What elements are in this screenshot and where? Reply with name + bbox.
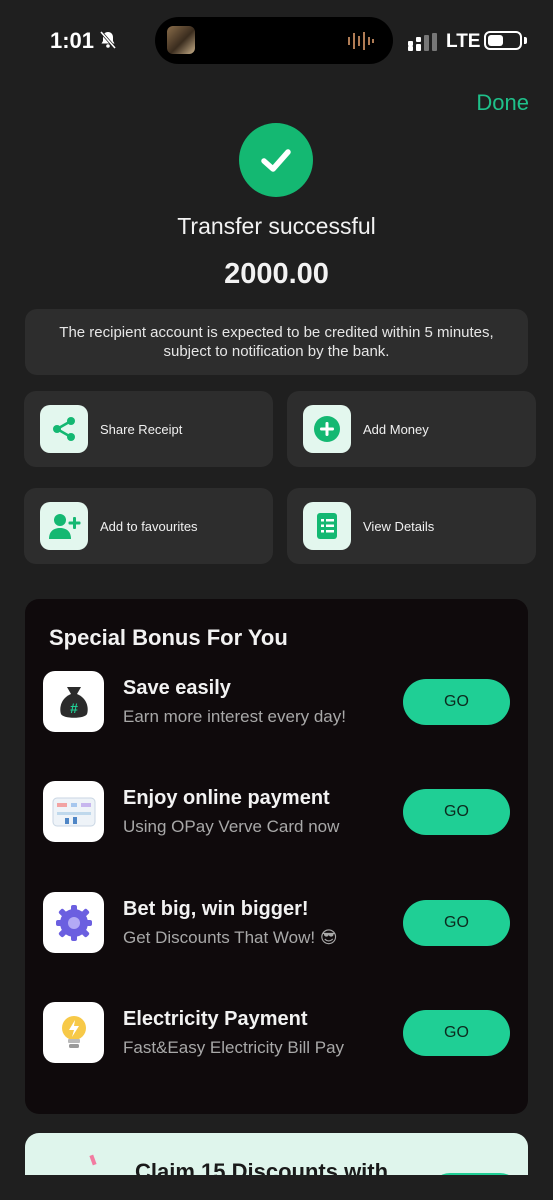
money-bag-icon: # [43, 671, 104, 732]
credit-notice: The recipient account is expected to be … [25, 309, 528, 375]
status-bar: 1:01 LTE [0, 0, 553, 84]
battery-tip [524, 37, 527, 44]
share-receipt-button[interactable]: Share Receipt [24, 391, 273, 467]
bell-off-icon [99, 31, 117, 49]
add-to-favourites-label: Add to favourites [100, 518, 198, 534]
success-check-icon [239, 123, 313, 197]
bonus-name: Bet big, win bigger! [123, 898, 309, 920]
card-icon [43, 781, 104, 842]
bonus-item-electricity: Electricity Payment Fast&Easy Electricit… [25, 1002, 528, 1064]
special-bonus-panel: Special Bonus For You # Save easily Earn… [25, 599, 528, 1114]
share-icon [40, 405, 88, 453]
bonus-item-online-payment: Enjoy online payment Using OPay Verve Ca… [25, 781, 528, 843]
audio-waveform-icon [348, 32, 374, 50]
view-details-label: View Details [363, 518, 435, 534]
svg-text:#: # [70, 700, 78, 716]
bonus-name: Save easily [123, 677, 231, 699]
bonus-item-bet-big: Bet big, win bigger! Get Discounts That … [25, 892, 528, 954]
dynamic-island[interactable] [155, 17, 393, 64]
add-to-favourites-button[interactable]: Add to favourites [24, 488, 273, 564]
bonus-description: Get Discounts That Wow! 😎 [123, 928, 338, 947]
done-button[interactable]: Done [476, 90, 529, 116]
status-time: 1:01 [50, 28, 95, 53]
transfer-status-title: Transfer successful [177, 213, 376, 239]
bottom-safe-area [0, 1175, 553, 1200]
document-list-icon [303, 502, 351, 550]
plus-circle-icon [303, 405, 351, 453]
bonus-description: Earn more interest every day! [123, 707, 346, 726]
gear-ball-icon [43, 892, 104, 953]
credit-notice-text: The recipient account is expected to be … [59, 324, 494, 360]
share-receipt-label: Share Receipt [100, 421, 183, 437]
go-button-bet-big[interactable]: GO [403, 900, 510, 946]
battery-icon [484, 31, 522, 50]
add-user-icon [40, 502, 88, 550]
network-type: LTE [446, 31, 481, 52]
view-details-button[interactable]: View Details [287, 488, 536, 564]
bonus-name: Enjoy online payment [123, 787, 330, 809]
lightbulb-icon [43, 1002, 104, 1063]
transfer-success-screen: 1:01 LTE Done Transfer successful 2000.0… [0, 0, 553, 1200]
go-button-online-payment[interactable]: GO [403, 789, 510, 835]
add-money-button[interactable]: Add Money [287, 391, 536, 467]
go-button-save-easily[interactable]: GO [403, 679, 510, 725]
bonus-description: Using OPay Verve Card now [123, 817, 340, 836]
bonus-name: Electricity Payment [123, 1008, 308, 1030]
bonus-description: Fast&Easy Electricity Bill Pay [123, 1038, 345, 1057]
go-button-electricity[interactable]: GO [403, 1010, 510, 1056]
add-money-label: Add Money [363, 421, 429, 437]
special-bonus-title: Special Bonus For You [49, 625, 288, 650]
transfer-amount: 2000.00 [224, 258, 329, 290]
bonus-item-save-easily: # Save easily Earn more interest every d… [25, 671, 528, 733]
signal-icon [408, 33, 437, 51]
now-playing-thumbnail [167, 26, 195, 54]
